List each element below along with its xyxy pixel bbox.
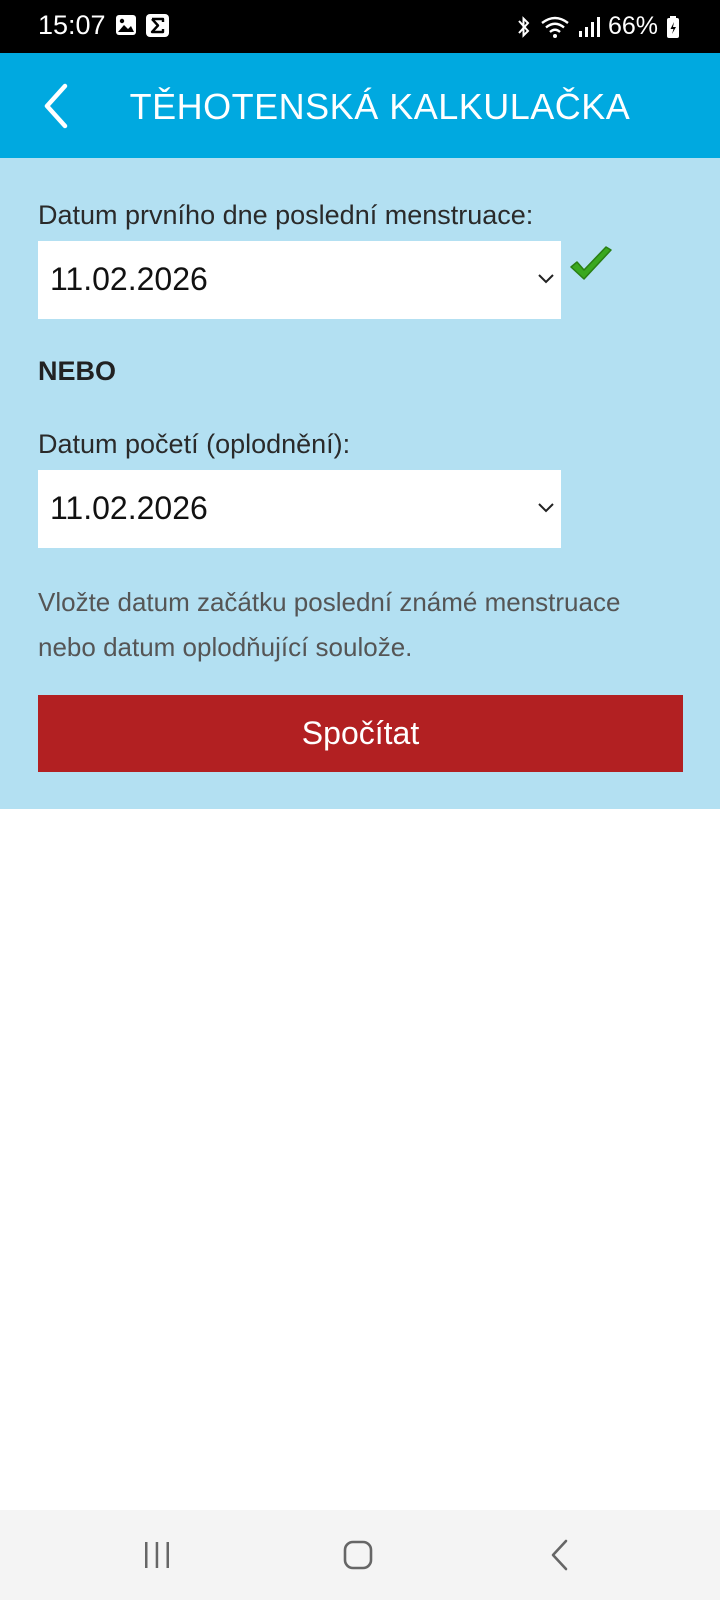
page-title: TĚHOTENSKÁ KALKULAČKA [129,86,631,127]
chevron-left-icon [44,83,68,129]
conception-date-value: 11.02.2026 [50,490,208,526]
conception-date-label: Datum početí (oplodnění): [38,429,351,459]
battery-icon [667,15,679,38]
chevron-down-icon [538,274,554,284]
battery-percent: 66% [607,12,658,40]
image-icon [116,15,136,35]
recent-apps-icon [145,1542,169,1568]
sigma-icon [146,14,169,37]
bluetooth-icon [518,15,530,38]
home-icon [343,1540,373,1570]
home-button[interactable] [328,1532,388,1578]
calculate-button[interactable]: Spočítat [38,695,683,772]
recent-apps-button[interactable] [127,1532,187,1578]
back-button[interactable] [28,73,84,139]
app-header: TĚHOTENSKÁ KALKULAČKA [0,53,720,158]
wifi-icon [541,16,569,38]
or-label: NEBO [38,356,117,386]
back-icon [551,1539,568,1571]
lmp-date-label: Datum prvního dne poslední menstruace: [38,200,534,230]
signal-icon [578,16,600,37]
status-bar: 15:07 66% [0,0,720,53]
lmp-date-select[interactable]: 11.02.2026 [38,241,561,319]
chevron-down-icon [538,503,554,513]
conception-date-select[interactable]: 11.02.2026 [38,470,561,548]
system-back-button[interactable] [530,1532,590,1578]
check-icon [570,246,612,280]
system-nav-bar [0,1510,720,1600]
hint-text: Vložte datum začátku poslední známé mens… [38,587,621,662]
lmp-date-value: 11.02.2026 [50,261,208,297]
status-time: 15:07 [38,10,106,40]
